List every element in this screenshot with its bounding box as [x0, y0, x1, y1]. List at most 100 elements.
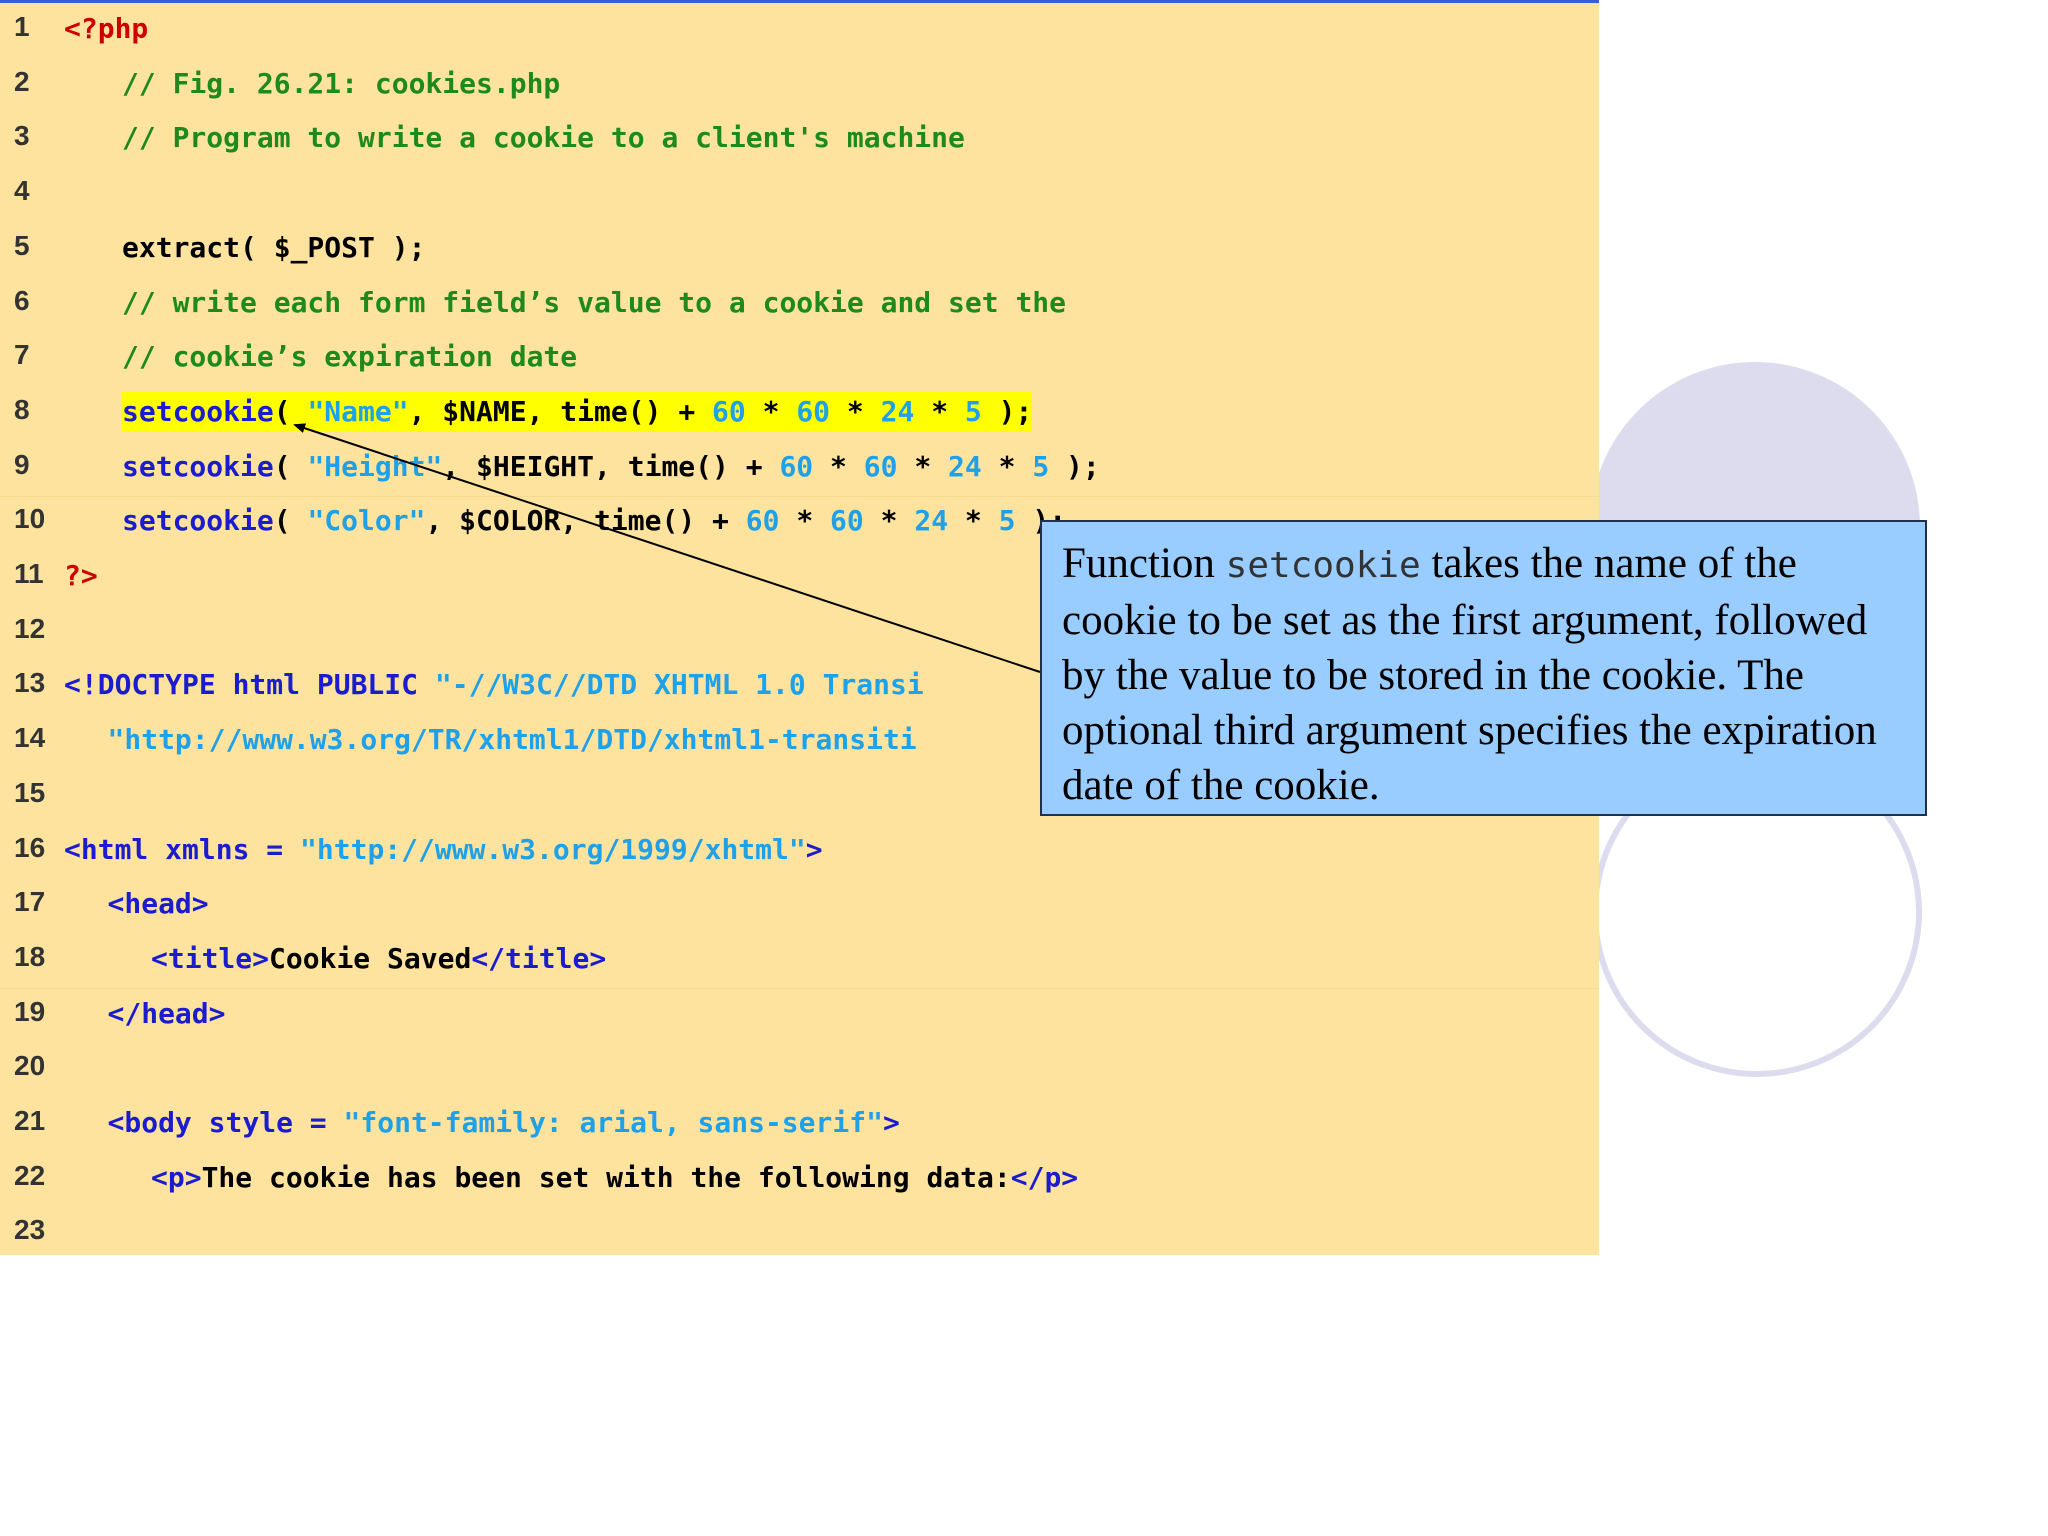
- code-token: "font-family: arial, sans-serif": [343, 1106, 883, 1139]
- code-text: setcookie( "Color", $COLOR, time() + 60 …: [122, 501, 1066, 541]
- callout-text-before: Function: [1062, 540, 1226, 587]
- line-number: 7: [14, 339, 30, 371]
- line-number: 20: [14, 1050, 46, 1082]
- line-number: 11: [14, 558, 44, 589]
- code-token: extract( $_POST );: [122, 230, 426, 264]
- code-token: , $NAME, time() +: [408, 394, 713, 428]
- code-token: ?>: [64, 559, 98, 592]
- code-token: "Color": [307, 504, 426, 538]
- code-token: // Fig. 26.21: cookies.php: [122, 66, 561, 100]
- code-token: // Program to write a cookie to a client…: [122, 121, 965, 155]
- code-token: >: [882, 1106, 900, 1139]
- code-token: setcookie: [122, 504, 274, 538]
- line-number: 3: [14, 120, 30, 152]
- separator-rule: [0, 988, 1599, 989]
- line-number: 15: [14, 776, 46, 808]
- code-token: <body style =: [107, 1106, 344, 1139]
- code-token: "Height": [307, 449, 443, 483]
- code-text: <p>The cookie has been set with the foll…: [151, 1158, 1078, 1198]
- line-number: 23: [14, 1214, 46, 1246]
- code-token: 60: [863, 449, 898, 483]
- code-line: 2 // Fig. 26.21: cookies.php: [0, 62, 1599, 116]
- code-line: 19 </head>: [0, 992, 1599, 1046]
- code-token: (: [273, 504, 308, 538]
- line-number: 18: [14, 940, 46, 972]
- code-token: <?php: [64, 12, 149, 45]
- code-token: 60: [712, 394, 746, 428]
- code-text: setcookie( "Height", $HEIGHT, time() + 6…: [122, 447, 1100, 487]
- line-number: 16: [14, 831, 46, 863]
- code-token: 24: [880, 394, 915, 428]
- line-number: 6: [14, 284, 30, 316]
- code-text: // write each form field’s value to a co…: [122, 283, 1066, 323]
- code-token: setcookie: [122, 449, 274, 483]
- code-token: 60: [796, 394, 831, 428]
- code-text: "http://www.w3.org/TR/xhtml1/DTD/xhtml1-…: [108, 720, 917, 760]
- code-token: *: [897, 449, 949, 483]
- line-number: 17: [14, 886, 46, 918]
- code-token: (: [273, 394, 308, 428]
- code-line: 17 <head>: [0, 882, 1599, 936]
- code-token: *: [813, 449, 864, 483]
- code-token: 24: [914, 504, 949, 538]
- code-token: <head>: [107, 887, 209, 921]
- code-text: <head>: [108, 884, 209, 924]
- code-token: The cookie has been set with the followi…: [201, 1160, 1011, 1194]
- callout-box: Function setcookie takes the name of the…: [1040, 520, 1927, 816]
- code-line: 1 <?php: [0, 7, 1599, 61]
- code-line: 20: [0, 1046, 1599, 1100]
- code-token: <html xmlns =: [64, 832, 301, 866]
- code-token: *: [830, 394, 881, 428]
- code-token: <title>: [151, 941, 270, 975]
- code-text: <!DOCTYPE html PUBLIC "-//W3C//DTD XHTML…: [64, 665, 924, 705]
- code-token: 24: [948, 449, 982, 483]
- code-token: , $COLOR, time() +: [425, 504, 746, 538]
- code-token: Cookie Saved: [269, 941, 472, 975]
- code-line: 9 setcookie( "Height", $HEIGHT, time() + …: [0, 445, 1599, 499]
- code-line: 8 setcookie( "Name", $NAME, time() + 60 *…: [0, 390, 1599, 444]
- code-line: 16 <html xmlns = "http://www.w3.org/1999/…: [0, 828, 1599, 882]
- code-token: </p>: [1010, 1160, 1079, 1194]
- code-token: *: [948, 504, 999, 538]
- code-line: 18 <title>Cookie Saved</title>: [0, 937, 1599, 991]
- code-line: 3 // Program to write a cookie to a clien…: [0, 116, 1599, 170]
- line-number: 10: [14, 503, 46, 535]
- code-text: ?>: [64, 556, 98, 596]
- code-line: 7 // cookie’s expiration date: [0, 335, 1599, 389]
- line-number: 12: [14, 612, 46, 644]
- code-text: <?php: [64, 9, 148, 49]
- separator-rule: [0, 496, 1599, 497]
- code-text: extract( $_POST );: [122, 228, 425, 268]
- line-number: 13: [14, 667, 46, 699]
- line-number: 1: [14, 11, 30, 42]
- code-token: *: [981, 449, 1033, 483]
- code-text: // cookie’s expiration date: [122, 337, 577, 377]
- code-token: setcookie: [122, 394, 274, 428]
- code-line: 23: [0, 1210, 1599, 1264]
- code-line: 5 extract( $_POST );: [0, 226, 1599, 280]
- code-token: "http://www.w3.org/TR/xhtml1/DTD/xhtml1-…: [107, 723, 917, 757]
- line-number: 9: [14, 448, 30, 480]
- line-number: 21: [14, 1105, 46, 1136]
- code-text: <body style = "font-family: arial, sans-…: [108, 1103, 900, 1143]
- callout-function-name: setcookie: [1225, 545, 1421, 586]
- code-line: 21 <body style = "font-family: arial, san…: [0, 1101, 1599, 1155]
- code-token: *: [779, 504, 831, 538]
- code-token: (: [273, 449, 308, 483]
- code-token: *: [863, 504, 915, 538]
- code-token: "-//W3C//DTD XHTML 1.0 Transi: [434, 668, 924, 702]
- code-text: <html xmlns = "http://www.w3.org/1999/xh…: [64, 830, 823, 870]
- code-token: );: [981, 394, 1033, 428]
- code-token: "Name": [307, 394, 409, 428]
- line-number: 19: [14, 995, 46, 1027]
- code-line: 22 <p>The cookie has been set with the fo…: [0, 1156, 1599, 1210]
- code-text: <title>Cookie Saved</title>: [151, 939, 606, 979]
- code-text: </head>: [108, 994, 226, 1034]
- code-token: </head>: [107, 996, 226, 1030]
- line-number: 4: [14, 175, 30, 207]
- code-token: 5: [964, 394, 982, 428]
- code-token: *: [745, 394, 797, 428]
- code-token: );: [1049, 449, 1100, 483]
- code-token: 60: [830, 504, 864, 538]
- slide: 1 <?php 2 // Fig. 26.21: cookies.php 3 // Pro…: [0, 0, 2048, 1536]
